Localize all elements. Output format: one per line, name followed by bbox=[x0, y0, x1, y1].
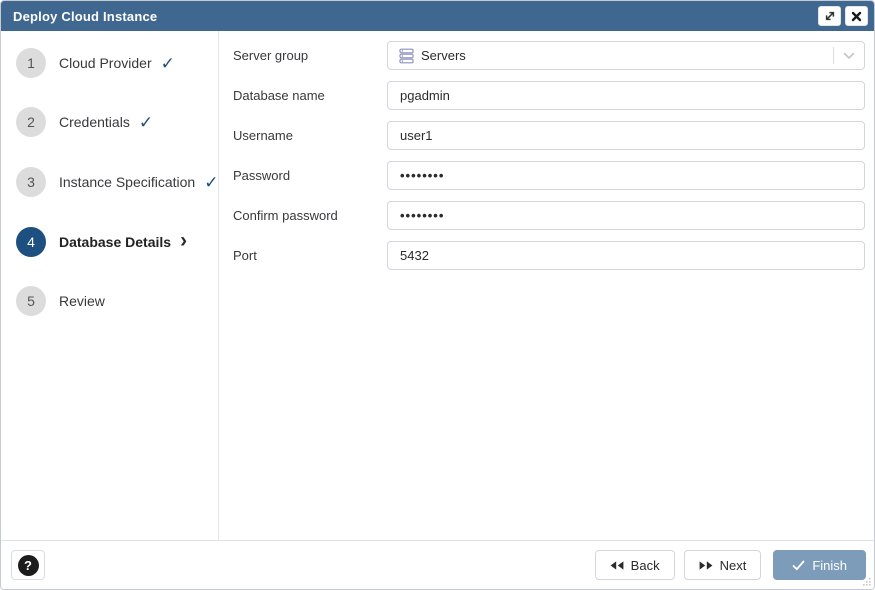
database-name-input[interactable] bbox=[387, 81, 865, 110]
step-label: Review bbox=[59, 293, 105, 309]
step-number-badge: 2 bbox=[16, 107, 46, 137]
close-button[interactable] bbox=[845, 6, 868, 26]
close-icon bbox=[851, 11, 862, 22]
finish-button-label: Finish bbox=[812, 558, 847, 573]
next-button[interactable]: Next bbox=[684, 550, 762, 580]
select-indicators bbox=[833, 42, 864, 69]
password-input[interactable] bbox=[387, 161, 865, 190]
confirm-password-row: Confirm password bbox=[220, 201, 874, 230]
password-label: Password bbox=[233, 168, 387, 183]
database-details-form: Server group Servers bbox=[220, 31, 874, 540]
step-active-chevron-icon: › bbox=[180, 233, 187, 250]
double-right-arrow-icon bbox=[699, 561, 713, 570]
step-label: Database Details bbox=[59, 234, 171, 250]
port-row: Port bbox=[220, 241, 874, 270]
step-credentials[interactable]: 2 Credentials ✓ bbox=[16, 107, 153, 137]
resize-grip[interactable] bbox=[861, 576, 872, 587]
step-instance-specification[interactable]: 3 Instance Specification ✓ bbox=[16, 167, 218, 197]
maximize-icon bbox=[824, 10, 836, 22]
confirm-password-label: Confirm password bbox=[233, 208, 387, 223]
double-left-arrow-icon bbox=[610, 561, 624, 570]
step-label: Instance Specification bbox=[59, 174, 195, 190]
step-completed-check-icon: ✓ bbox=[204, 174, 218, 191]
finish-button[interactable]: Finish bbox=[773, 550, 866, 580]
step-cloud-provider[interactable]: 1 Cloud Provider ✓ bbox=[16, 48, 175, 78]
step-number-badge: 1 bbox=[16, 48, 46, 78]
step-number-badge: 5 bbox=[16, 286, 46, 316]
help-button[interactable]: ? bbox=[11, 550, 45, 580]
database-name-label: Database name bbox=[233, 88, 387, 103]
servers-icon bbox=[399, 48, 414, 64]
step-label: Cloud Provider bbox=[59, 55, 152, 71]
next-button-label: Next bbox=[720, 558, 747, 573]
confirm-password-input[interactable] bbox=[387, 201, 865, 230]
footer: ? Back Next Finish bbox=[1, 540, 874, 589]
footer-actions: Back Next Finish bbox=[595, 550, 866, 580]
wizard-steps-sidebar: 1 Cloud Provider ✓ 2 Credentials ✓ 3 Ins… bbox=[1, 31, 219, 540]
maximize-button[interactable] bbox=[818, 6, 841, 26]
server-group-select[interactable]: Servers bbox=[387, 41, 865, 70]
step-database-details[interactable]: 4 Database Details › bbox=[16, 227, 187, 257]
step-completed-check-icon: ✓ bbox=[139, 114, 153, 131]
step-review[interactable]: 5 Review bbox=[16, 286, 105, 316]
port-input[interactable] bbox=[387, 241, 865, 270]
step-number-badge: 4 bbox=[16, 227, 46, 257]
server-group-value-text: Servers bbox=[421, 48, 466, 63]
server-group-label: Server group bbox=[233, 48, 387, 63]
server-group-row: Server group Servers bbox=[220, 41, 874, 70]
username-row: Username bbox=[220, 121, 874, 150]
titlebar-buttons bbox=[818, 6, 868, 26]
check-icon bbox=[792, 560, 805, 571]
port-label: Port bbox=[233, 248, 387, 263]
titlebar: Deploy Cloud Instance bbox=[1, 1, 874, 31]
server-group-selected-value: Servers bbox=[399, 48, 833, 64]
username-label: Username bbox=[233, 128, 387, 143]
deploy-cloud-instance-dialog: Deploy Cloud Instance 1 Cloud Provider bbox=[0, 0, 875, 590]
chevron-down-icon[interactable] bbox=[834, 52, 864, 60]
password-row: Password bbox=[220, 161, 874, 190]
back-button[interactable]: Back bbox=[595, 550, 675, 580]
username-input[interactable] bbox=[387, 121, 865, 150]
back-button-label: Back bbox=[631, 558, 660, 573]
database-name-row: Database name bbox=[220, 81, 874, 110]
step-completed-check-icon: ✓ bbox=[161, 55, 175, 72]
step-number-badge: 3 bbox=[16, 167, 46, 197]
question-mark-icon: ? bbox=[18, 555, 39, 576]
step-label: Credentials bbox=[59, 114, 130, 130]
dialog-title: Deploy Cloud Instance bbox=[13, 9, 157, 24]
